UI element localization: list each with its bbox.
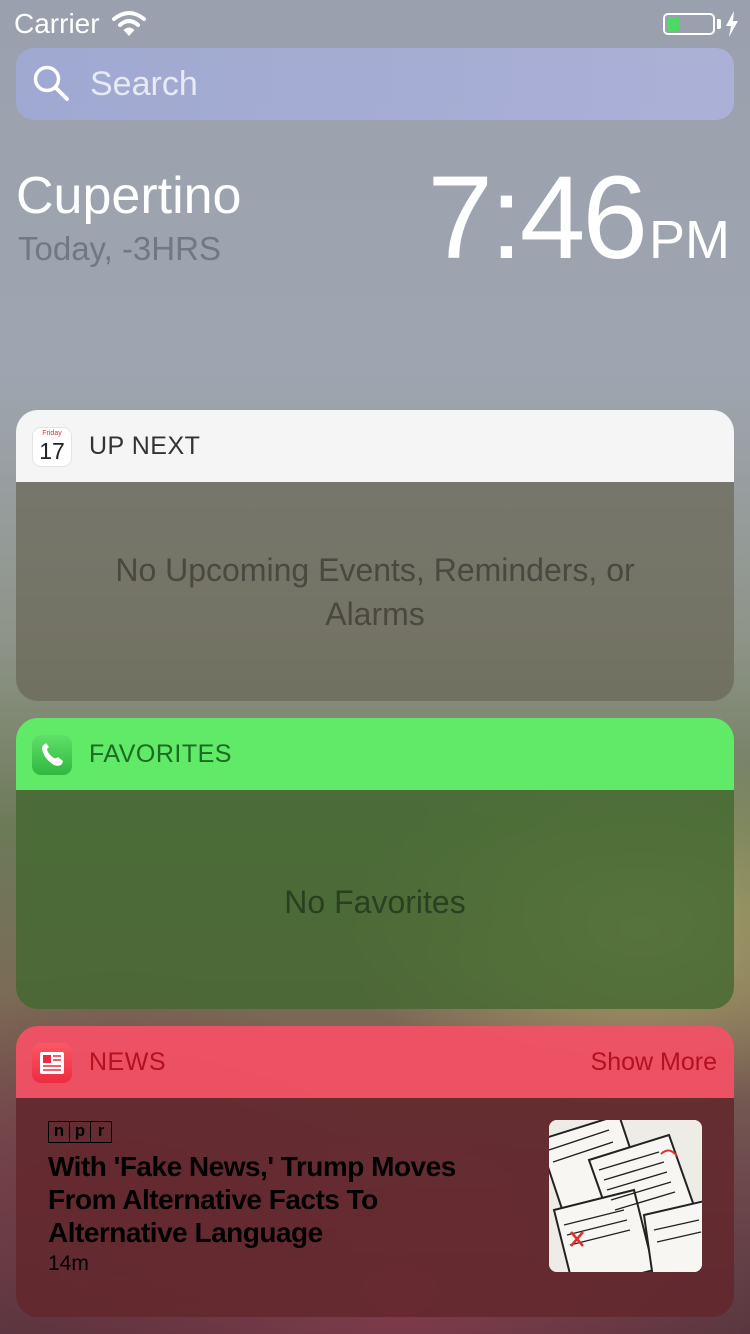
newspapers-illustration bbox=[549, 1120, 702, 1272]
news-widget[interactable]: NEWS Show More n p r With 'Fake News,' T… bbox=[16, 1026, 734, 1317]
up-next-header[interactable]: Friday 17 UP NEXT bbox=[16, 410, 734, 482]
news-header[interactable]: NEWS Show More bbox=[16, 1026, 734, 1098]
search-icon bbox=[33, 65, 69, 101]
favorites-widget[interactable]: FAVORITES No Favorites bbox=[16, 718, 734, 1009]
news-body[interactable]: n p r With 'Fake News,' Trump Moves From… bbox=[16, 1098, 734, 1317]
calendar-date: 17 bbox=[39, 438, 65, 464]
show-more-button[interactable]: Show More bbox=[591, 1048, 717, 1077]
news-age: 14m bbox=[48, 1252, 89, 1275]
favorites-header[interactable]: FAVORITES bbox=[16, 718, 734, 790]
up-next-widget[interactable]: Friday 17 UP NEXT No Upcoming Events, Re… bbox=[16, 410, 734, 701]
favorites-title: FAVORITES bbox=[89, 740, 232, 768]
battery-level bbox=[667, 17, 679, 31]
favorites-empty-message: No Favorites bbox=[284, 884, 466, 920]
phone-icon bbox=[32, 735, 72, 775]
news-icon bbox=[32, 1043, 72, 1083]
up-next-empty-line1: No Upcoming Events, Reminders, or bbox=[115, 552, 635, 588]
npr-letter-n: n bbox=[49, 1122, 70, 1142]
calendar-icon: Friday 17 bbox=[32, 427, 72, 467]
time-digits: 7:46 bbox=[427, 152, 648, 284]
npr-letter-r: r bbox=[97, 1121, 105, 1140]
world-clock-time: 7:46PM bbox=[427, 150, 730, 286]
charging-bolt-icon bbox=[726, 11, 738, 37]
news-thumbnail[interactable] bbox=[549, 1120, 702, 1272]
carrier-label: Carrier bbox=[14, 8, 100, 39]
phone-glyph-icon bbox=[42, 743, 63, 766]
battery-icon bbox=[663, 13, 715, 35]
up-next-body: No Upcoming Events, Reminders, or Alarms bbox=[16, 482, 734, 701]
city-name: Cupertino bbox=[16, 167, 242, 225]
news-headline[interactable]: With 'Fake News,' Trump Moves From Alter… bbox=[48, 1150, 518, 1249]
wifi-icon bbox=[112, 11, 146, 36]
news-glyph-icon bbox=[40, 1052, 64, 1074]
time-ampm: PM bbox=[649, 210, 730, 270]
calendar-weekday: Friday bbox=[42, 430, 62, 437]
battery-cap bbox=[717, 19, 721, 29]
news-title: NEWS bbox=[89, 1048, 166, 1076]
npr-letter-p: p bbox=[70, 1122, 91, 1142]
favorites-body: No Favorites bbox=[16, 790, 734, 1009]
up-next-empty-line2: Alarms bbox=[325, 596, 425, 632]
npr-logo: n p r bbox=[48, 1121, 112, 1143]
search-input[interactable] bbox=[90, 62, 690, 106]
up-next-title: UP NEXT bbox=[89, 432, 201, 460]
up-next-empty-message: No Upcoming Events, Reminders, or Alarms bbox=[56, 548, 694, 636]
time-offset: Today, -3HRS bbox=[18, 230, 221, 267]
